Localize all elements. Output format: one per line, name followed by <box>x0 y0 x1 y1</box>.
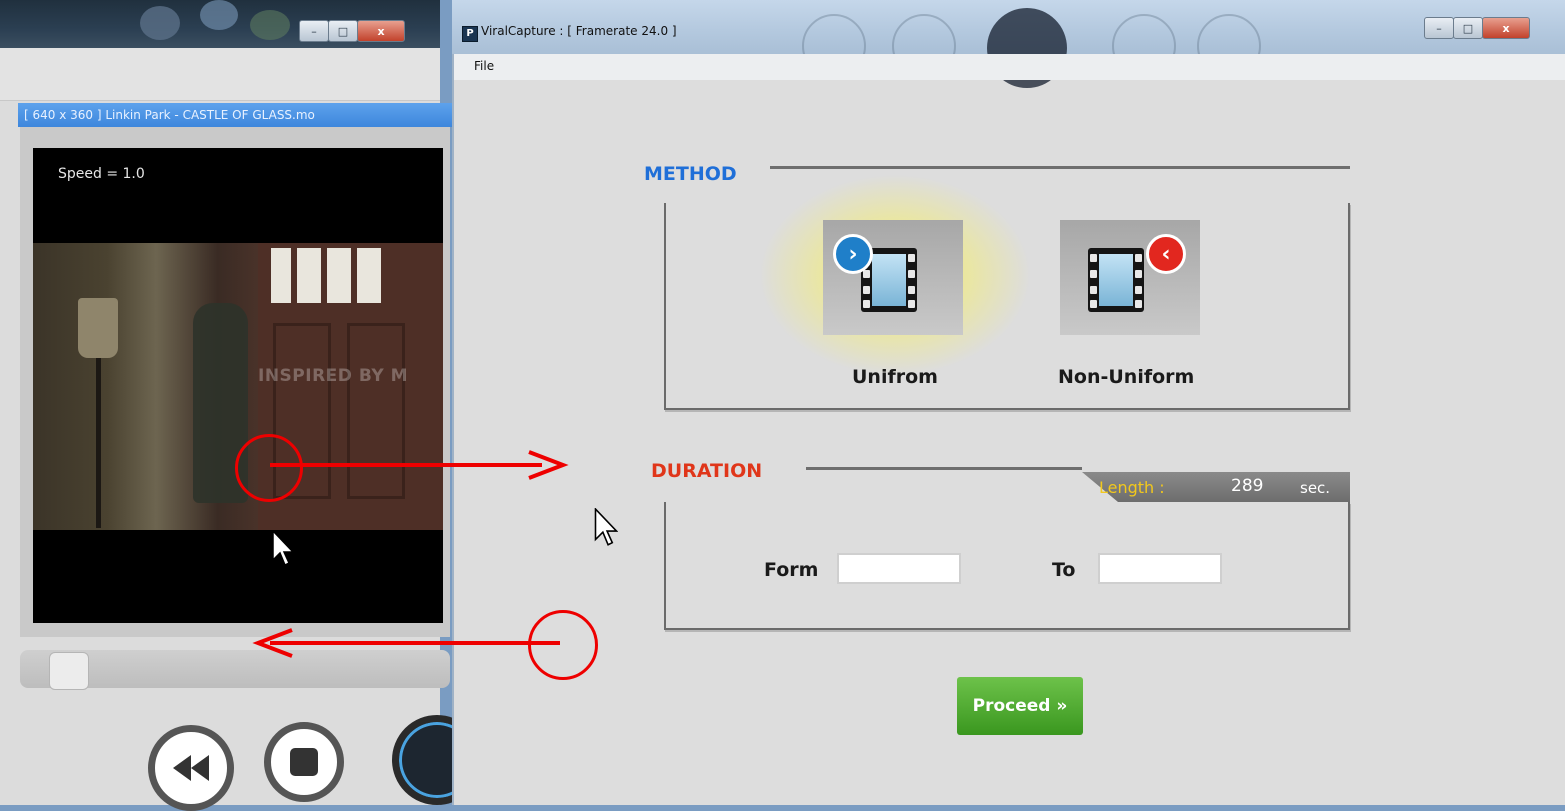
menu-bar <box>454 54 1565 80</box>
to-label: To <box>1052 559 1076 581</box>
seek-slider-thumb[interactable] <box>49 652 89 690</box>
film-backward-icon <box>1088 248 1144 312</box>
player-toolbar <box>0 48 440 101</box>
stop-button[interactable] <box>264 722 344 802</box>
proceed-button[interactable]: Proceed » <box>957 677 1083 735</box>
rewind-button[interactable] <box>148 725 234 811</box>
length-label: Length : <box>1099 478 1165 497</box>
arrowhead-right-icon <box>528 450 569 480</box>
rewind-icon <box>173 755 209 781</box>
method-uniform-button[interactable]: › <box>823 220 963 335</box>
backward-arrow-icon: ‹ <box>1146 234 1186 274</box>
player-window-controls: – □ x <box>299 20 405 42</box>
window-title: ViralCapture : [ Framerate 24.0 ] <box>481 24 677 38</box>
arrowhead-left-icon <box>252 628 293 658</box>
player-minimize-button[interactable]: – <box>299 20 329 42</box>
duration-title: DURATION <box>651 460 763 482</box>
duration-group-border <box>806 467 1082 470</box>
annotation-arrow-left <box>270 641 560 645</box>
video-watermark: INSPIRED BY M <box>258 366 408 386</box>
to-input[interactable] <box>1098 553 1222 584</box>
player-maximize-button[interactable]: □ <box>328 20 358 42</box>
minimize-button[interactable]: – <box>1424 17 1454 39</box>
stop-icon <box>290 748 318 776</box>
annotation-circle-video <box>235 434 303 502</box>
speed-readout: Speed = 1.0 <box>58 166 145 182</box>
method-group-border <box>770 166 1350 169</box>
close-button[interactable]: x <box>1482 17 1530 39</box>
app-icon: P <box>462 26 478 42</box>
from-label: Form <box>764 559 819 581</box>
method-nonuniform-label: Non-Uniform <box>1058 366 1195 388</box>
method-uniform-label: Unifrom <box>852 366 938 388</box>
video-frame-image <box>33 243 443 530</box>
from-input[interactable] <box>837 553 961 584</box>
annotation-arrow-right <box>270 463 542 467</box>
method-nonuniform-button[interactable]: ‹ <box>1060 220 1200 335</box>
forward-arrow-icon: › <box>833 234 873 274</box>
length-unit: sec. <box>1300 479 1331 497</box>
video-tab[interactable]: [ 640 x 360 ] Linkin Park - CASTLE OF GL… <box>18 103 454 127</box>
mouse-cursor-icon <box>272 530 294 567</box>
main-window-controls: – □ x <box>1424 17 1530 39</box>
method-title: METHOD <box>644 163 737 185</box>
maximize-button[interactable]: □ <box>1453 17 1483 39</box>
player-close-button[interactable]: x <box>357 20 405 42</box>
length-value: 289 <box>1231 476 1264 496</box>
menu-file[interactable]: File <box>474 59 494 73</box>
mouse-cursor-outline-icon <box>594 508 618 546</box>
annotation-circle-main <box>528 610 598 680</box>
